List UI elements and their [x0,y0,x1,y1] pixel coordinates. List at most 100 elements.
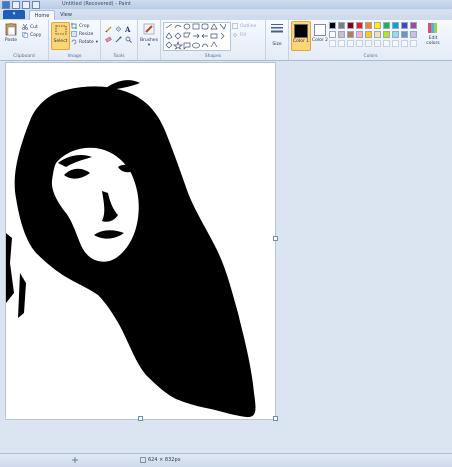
palette-swatch[interactable] [356,22,363,29]
file-menu-button[interactable]: ▾ [3,10,25,19]
palette-swatch[interactable] [410,31,417,38]
palette-swatch[interactable] [383,31,390,38]
fill-bucket-icon[interactable] [115,26,122,33]
resize-label: Resize [79,31,94,37]
outline-label: Outline [240,23,257,29]
undo-icon[interactable] [22,1,30,9]
select-button[interactable]: Select [51,22,70,50]
image-group-label: Image [67,54,82,59]
canvas-resize-handle-bottom[interactable] [138,416,143,421]
custom-color-slot[interactable] [401,40,408,47]
palette-swatch[interactable] [347,31,354,38]
rotate-dropdown-icon[interactable]: ▾ [96,40,98,45]
copy-button[interactable]: Copy [22,32,41,38]
palette-swatch[interactable] [374,31,381,38]
status-bar: 624 × 832px [0,453,452,467]
custom-color-slot[interactable] [338,40,345,47]
save-icon[interactable] [12,1,20,9]
custom-color-slot[interactable] [329,40,336,47]
brushes-button[interactable]: Brushes ▾ [139,22,159,48]
custom-color-slot[interactable] [410,40,417,47]
custom-color-slot[interactable] [383,40,390,47]
color1-button[interactable]: Color 1 [291,21,311,51]
palette-swatch[interactable] [338,22,345,29]
palette-swatch[interactable] [347,22,354,29]
shapes-group-label: Shapes [204,54,222,59]
palette-swatch[interactable] [329,31,336,38]
palette-swatch[interactable] [329,22,336,29]
eraser-icon[interactable] [105,36,112,43]
paste-label: Paste [4,38,18,43]
palette-swatch[interactable] [374,22,381,29]
canvas-resize-handle-corner[interactable] [273,416,278,421]
rotate-icon [71,39,77,45]
drawing-canvas[interactable] [5,62,276,420]
custom-color-slot[interactable] [365,40,372,47]
shapes-gallery [163,22,231,51]
window-title: Untitled (Recovered) - Paint [62,1,131,7]
palette-swatch[interactable] [410,22,417,29]
cut-label: Cut [30,24,38,30]
tools-group-label: Tools [113,54,125,59]
text-tool-icon[interactable]: A [125,25,132,34]
silhouette-image [6,80,256,419]
color-picker-icon[interactable] [115,36,122,43]
canvas-resize-handle-right[interactable] [273,236,278,241]
outline-button[interactable]: Outline [232,23,256,29]
paste-button[interactable]: Paste [3,22,19,43]
custom-color-slot[interactable] [392,40,399,47]
pencil-icon[interactable] [105,26,112,33]
rotate-label: Rotate [79,39,94,45]
fill-button[interactable]: Fill [232,32,246,38]
color-palette [329,22,429,48]
color1-label: Color 1 [292,39,310,44]
brushes-dropdown-icon[interactable]: ▾ [139,43,159,48]
crop-icon [71,23,77,29]
redo-icon[interactable] [32,1,40,9]
selection-icon [55,25,66,35]
color2-swatch [314,24,326,36]
fill-icon [232,32,238,38]
size-group: Size [266,20,289,60]
select-label: Select [53,39,68,44]
image-group: Select Crop Resize Rotate ▾ Image [49,20,101,60]
custom-color-slot[interactable] [347,40,354,47]
ribbon: Paste Cut Copy Clipboard Select Crop Res… [0,20,452,61]
brushes-group: Brushes ▾ [138,20,161,60]
shapes-group: Outline Fill Shapes [161,20,266,60]
copy-label: Copy [30,32,42,38]
palette-swatch[interactable] [392,31,399,38]
magnifier-icon[interactable] [125,36,132,43]
resize-button[interactable]: Resize [71,31,93,37]
cut-button[interactable]: Cut [22,24,38,30]
palette-swatch[interactable] [401,22,408,29]
paste-icon [5,23,17,36]
custom-color-slot[interactable] [356,40,363,47]
palette-swatch[interactable] [356,31,363,38]
palette-swatch[interactable] [338,31,345,38]
color2-button[interactable]: Color 2 [311,21,329,49]
fill-label: Fill [240,32,247,38]
custom-color-slot[interactable] [374,40,381,47]
color2-label: Color 2 [311,38,329,43]
palette-swatch[interactable] [365,31,372,38]
brush-icon [143,23,155,35]
tab-view[interactable]: View [56,10,76,20]
palette-swatch[interactable] [401,31,408,38]
edit-colors-button[interactable]: Edit colors [422,22,444,46]
colors-group: Color 1 Color 2 Edit colors Colors [289,20,452,60]
crop-button[interactable]: Crop [71,23,90,29]
edit-colors-label: Edit colors [426,36,440,46]
color-wheel-icon [428,23,437,33]
rotate-button[interactable]: Rotate ▾ [71,39,98,45]
palette-swatch[interactable] [365,22,372,29]
paint-app-icon[interactable] [2,1,10,9]
shape-icons[interactable] [164,23,230,50]
colors-group-label: Colors [363,54,378,59]
palette-swatch[interactable] [383,22,390,29]
palette-swatch[interactable] [392,22,399,29]
size-button[interactable]: Size [268,23,286,47]
copy-icon [22,32,28,38]
outline-icon [232,23,238,29]
image-size-icon [140,457,146,463]
